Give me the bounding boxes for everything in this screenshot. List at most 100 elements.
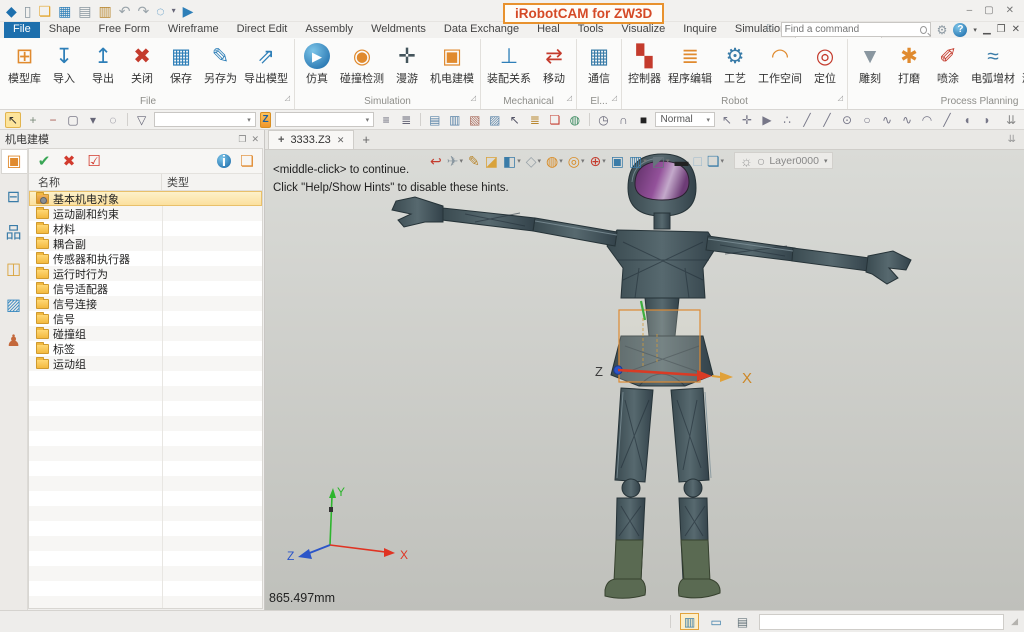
- qat-play-button[interactable]: ▶: [183, 4, 194, 18]
- tree-item-signal-adapters[interactable]: 信号适配器: [29, 281, 262, 296]
- status-input[interactable]: [759, 614, 1004, 630]
- layer-selector[interactable]: ☼○Layer0000▾: [734, 152, 833, 169]
- dialog-launcher-icon[interactable]: ◿: [471, 91, 476, 106]
- tree-item-collision-groups[interactable]: 碰撞组: [29, 326, 262, 341]
- part-d-button[interactable]: ▨: [487, 112, 503, 128]
- tab-list-icon[interactable]: ⇊: [1008, 134, 1016, 145]
- command-window-button[interactable]: ▤: [733, 613, 752, 630]
- confirm-check-button[interactable]: ✔: [36, 153, 52, 169]
- ribbon-button-close[interactable]: ✖关闭: [123, 40, 161, 86]
- tree-item-signals[interactable]: 信号: [29, 311, 262, 326]
- tab-data-exchange[interactable]: Data Exchange: [435, 22, 528, 38]
- ribbon-button-engrave[interactable]: ▼雕刻: [851, 40, 889, 86]
- ribbon-button-model-library[interactable]: ⊞模型库: [5, 40, 44, 86]
- tab-visualize[interactable]: Visualize: [612, 22, 674, 38]
- scatter-points-button[interactable]: ∴: [779, 112, 795, 128]
- line-style-combo[interactable]: Normal▾: [655, 112, 715, 127]
- face-shade-button[interactable]: ◖: [959, 112, 975, 128]
- flag-icon[interactable]: ⚐: [765, 24, 775, 35]
- align-list2-button[interactable]: ≣: [398, 112, 414, 128]
- tree-item-materials[interactable]: 材料: [29, 221, 262, 236]
- pick-filter-funnel-button[interactable]: ▽: [134, 112, 150, 128]
- arc-button[interactable]: ◠: [919, 112, 935, 128]
- marquee-select-button[interactable]: ▢: [65, 112, 81, 128]
- ribbon-button-spray[interactable]: ✐喷涂: [929, 40, 967, 86]
- ribbon-button-laser-cutting[interactable]: ✂激光切割: [1019, 40, 1024, 86]
- history-clock-button[interactable]: ◷: [595, 112, 611, 128]
- manager-tab-role-manager[interactable]: ♟: [1, 329, 27, 354]
- tree-item-couplings[interactable]: 耦合副: [29, 236, 262, 251]
- qat-open-file-button[interactable]: ❏: [39, 4, 52, 18]
- tree-item-signal-connections[interactable]: 信号连接: [29, 296, 262, 311]
- manager-tab-history-manager[interactable]: 品: [1, 221, 27, 246]
- doc-close-button[interactable]: ✕: [1012, 24, 1020, 35]
- color-swatch-button[interactable]: ■: [635, 112, 651, 128]
- entity-filter-combo[interactable]: ▾: [154, 112, 256, 127]
- globe-button[interactable]: ◍: [567, 112, 583, 128]
- cursor-draw-button[interactable]: ↖: [719, 112, 735, 128]
- ribbon-button-simulate[interactable]: ▶仿真: [298, 40, 336, 86]
- apply-checkbox-button[interactable]: ☑: [86, 153, 102, 169]
- search-input[interactable]: [785, 24, 917, 35]
- tab-inquire[interactable]: Inquire: [674, 22, 726, 38]
- tree-item-tags[interactable]: 标签: [29, 341, 262, 356]
- tree-item-joints-and-constraints[interactable]: 运动副和约束: [29, 206, 262, 221]
- face-shade2-button[interactable]: ◗: [979, 112, 995, 128]
- tab-weldments[interactable]: Weldments: [362, 22, 435, 38]
- monitor-button[interactable]: ▭: [706, 613, 725, 630]
- dialog-launcher-icon[interactable]: ◿: [567, 91, 572, 106]
- tab-shape[interactable]: Shape: [40, 22, 90, 38]
- ribbon-button-assembly-relation[interactable]: ⊥装配关系: [484, 40, 534, 86]
- tab-heal[interactable]: Heal: [528, 22, 569, 38]
- render-mode-button[interactable]: ◩▾: [652, 154, 670, 168]
- play-small-button[interactable]: ▶: [759, 112, 775, 128]
- doc-lines-button[interactable]: ≣: [527, 112, 543, 128]
- panel-dock-icon[interactable]: ❐: [238, 134, 246, 145]
- ribbon-button-polish[interactable]: ✱打磨: [890, 40, 928, 86]
- circle-center-button[interactable]: ⊙: [839, 112, 855, 128]
- select-pointer-button[interactable]: ↖: [5, 112, 21, 128]
- part-a-button[interactable]: ▤: [427, 112, 443, 128]
- help-dropdown-caret-icon[interactable]: ▾: [973, 26, 977, 34]
- pointer-mini-button[interactable]: ↖: [507, 112, 523, 128]
- disc-orange-button[interactable]: ◍▾: [546, 154, 563, 168]
- manager-tab-image-manager[interactable]: ▨: [1, 293, 27, 318]
- qat-zw3d-logo-button[interactable]: ◆: [6, 4, 17, 18]
- tab-file[interactable]: File: [4, 22, 40, 38]
- qat-dropdown-button[interactable]: ▾: [172, 7, 176, 15]
- tree-item-sensors-and-actuators[interactable]: 传感器和执行器: [29, 251, 262, 266]
- spline-button[interactable]: ∿: [879, 112, 895, 128]
- ribbon-button-save[interactable]: ▦保存: [162, 40, 200, 86]
- window-maximize-button[interactable]: ▢: [984, 5, 993, 16]
- ribbon-button-save-as[interactable]: ✎另存为: [201, 40, 240, 86]
- curve-bracket-button[interactable]: ∩: [615, 112, 631, 128]
- panel-toggle-button[interactable]: ▥: [680, 613, 699, 630]
- wave-button[interactable]: ∿: [899, 112, 915, 128]
- ribbon-button-export[interactable]: ↥导出: [84, 40, 122, 86]
- qat-pick-filter-button[interactable]: ◌: [156, 4, 164, 18]
- report-doc-button[interactable]: ❏: [239, 153, 255, 169]
- tab-tools[interactable]: Tools: [569, 22, 613, 38]
- tab-direct-edit[interactable]: Direct Edit: [228, 22, 297, 38]
- part-filter-combo[interactable]: ▾: [275, 112, 374, 127]
- gear-icon[interactable]: ⚙: [937, 24, 948, 36]
- panel-close-icon[interactable]: ✕: [251, 134, 259, 145]
- line-button[interactable]: ╱: [799, 112, 815, 128]
- resize-grip-icon[interactable]: ◢: [1011, 616, 1018, 627]
- align-list-button[interactable]: ≡: [378, 112, 394, 128]
- line3-button[interactable]: ╱: [939, 112, 955, 128]
- graphics-canvas[interactable]: X Z Y X Z ↩✈▾✎◪◧▾◇▾◍▾◎▾⊕▾▣▥▾◩▾▬□❏▾☼○Laye…: [265, 150, 1024, 610]
- ribbon-button-controller[interactable]: ▚控制器: [625, 40, 664, 86]
- qat-save-file-button[interactable]: ▦: [58, 4, 71, 18]
- line2-button[interactable]: ╱: [819, 112, 835, 128]
- manager-tab-assembly-manager[interactable]: ⊟: [1, 185, 27, 210]
- locate-target-button[interactable]: ⊕▾: [589, 154, 605, 168]
- tab-wireframe[interactable]: Wireframe: [159, 22, 228, 38]
- dialog-launcher-icon[interactable]: ◿: [838, 91, 843, 106]
- tab-free-form[interactable]: Free Form: [90, 22, 159, 38]
- qat-new-file-button[interactable]: ▯: [24, 4, 32, 18]
- cancel-x-button[interactable]: ✖: [61, 153, 77, 169]
- tree-item-basic-mechatronic-objects[interactable]: 基本机电对象: [29, 191, 262, 206]
- remove-pick-button[interactable]: −: [45, 112, 61, 128]
- new-document-tab-button[interactable]: +: [362, 132, 370, 149]
